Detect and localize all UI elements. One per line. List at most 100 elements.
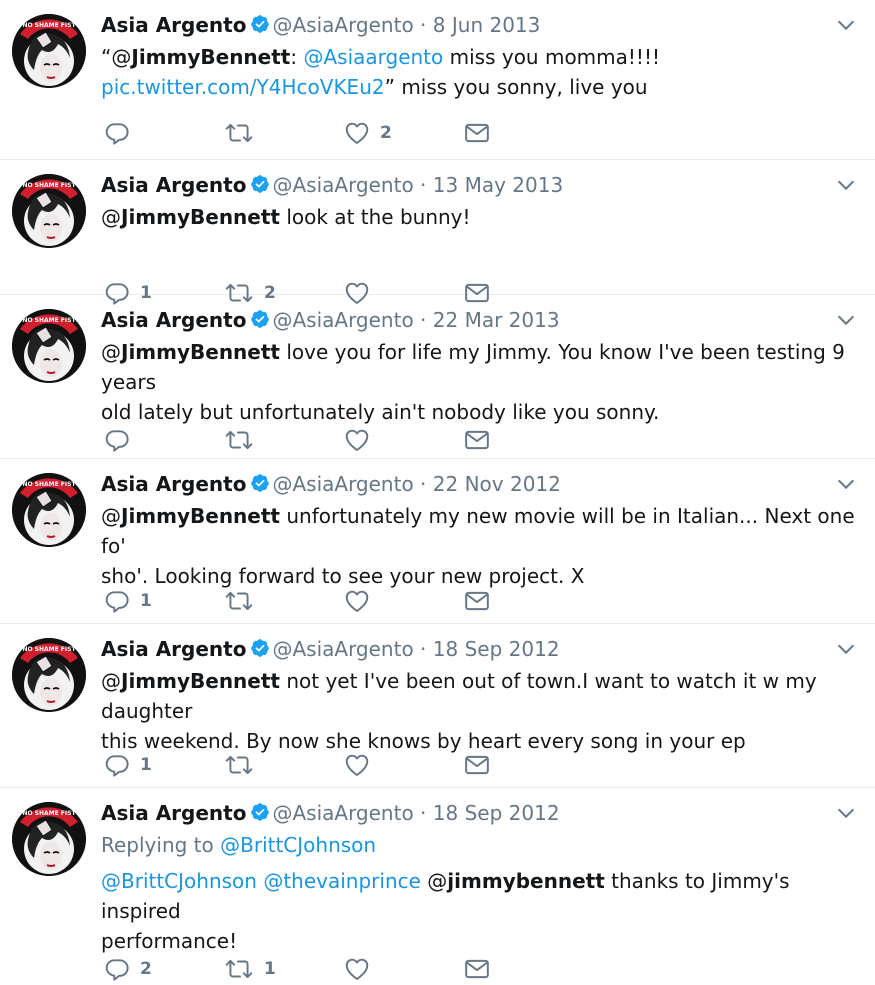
separator-dot: · — [413, 308, 433, 332]
retweet-button[interactable] — [224, 427, 344, 453]
author-handle[interactable]: @AsiaArgento — [272, 173, 413, 197]
author-handle[interactable]: @AsiaArgento — [272, 472, 413, 496]
verified-badge-icon — [250, 471, 270, 501]
tweet[interactable]: NO SHAME FIST Asia Argento @AsiaArgento · … — [0, 624, 875, 788]
tweet[interactable]: NO SHAME FIST Asia Argento @AsiaArgento · … — [0, 459, 875, 624]
tweet-date[interactable]: 8 Jun 2013 — [433, 13, 541, 37]
like-button[interactable] — [344, 427, 464, 453]
reply-icon — [104, 120, 130, 146]
text-segment: sho'. Looking forward to see your new pr… — [101, 564, 585, 588]
like-button[interactable] — [344, 956, 464, 982]
mention-link[interactable]: @BrittCJohnson — [101, 869, 257, 893]
tweet-date[interactable]: 18 Sep 2012 — [433, 637, 560, 661]
retweet-button[interactable] — [224, 588, 344, 614]
author-name[interactable]: Asia Argento — [101, 13, 246, 37]
tweet-content: Asia Argento @AsiaArgento · 22 Mar 2013 @J… — [101, 305, 855, 427]
tweet-header: Asia Argento @AsiaArgento · 18 Sep 2012 — [101, 634, 855, 666]
tweet[interactable]: NO SHAME FIST Asia Argento @AsiaArgento · … — [0, 0, 875, 160]
tweet-date[interactable]: 22 Nov 2012 — [433, 472, 561, 496]
mention-at: @ — [101, 340, 121, 364]
retweet-count: 1 — [264, 959, 276, 979]
reply-icon — [104, 752, 130, 778]
text-segment: performance! — [101, 929, 238, 953]
avatar[interactable]: NO SHAME FIST — [12, 473, 86, 547]
tweet-date[interactable]: 22 Mar 2013 — [433, 308, 560, 332]
tweet-actions: 1 — [104, 586, 490, 616]
avatar[interactable]: NO SHAME FIST — [12, 802, 86, 876]
like-button[interactable] — [344, 588, 464, 614]
mention-name[interactable]: JimmyBennett — [121, 504, 280, 528]
mention-at: @ — [111, 45, 132, 69]
tweet-date[interactable]: 18 Sep 2012 — [433, 801, 560, 825]
verified-badge-icon — [250, 800, 270, 830]
like-button[interactable]: 2 — [344, 120, 464, 146]
author-handle[interactable]: @AsiaArgento — [272, 637, 413, 661]
verified-badge-icon — [250, 307, 270, 337]
tweet-text-line: old lately but unfortunately ain't nobod… — [101, 397, 855, 427]
retweet-button[interactable]: 1 — [224, 956, 344, 982]
tweet-content: Asia Argento @AsiaArgento · 13 May 2013 @J… — [101, 170, 855, 232]
mention-link[interactable]: @thevainprince — [263, 869, 421, 893]
tweet[interactable]: NO SHAME FIST Asia Argento @AsiaArgento · … — [0, 295, 875, 459]
tweet[interactable]: NO SHAME FIST Asia Argento @AsiaArgento · … — [0, 160, 875, 305]
author-name[interactable]: Asia Argento — [101, 472, 246, 496]
author-handle[interactable]: @AsiaArgento — [272, 308, 413, 332]
svg-text:NO SHAME FIST: NO SHAME FIST — [22, 317, 76, 324]
reply-icon — [104, 956, 130, 982]
avatar[interactable]: NO SHAME FIST — [12, 14, 86, 88]
verified-badge-icon — [250, 172, 270, 202]
envelope-icon — [464, 588, 490, 614]
mention-at: @ — [101, 504, 121, 528]
svg-text:NO SHAME FIST: NO SHAME FIST — [22, 182, 76, 189]
reply-count: 2 — [140, 959, 152, 979]
avatar[interactable]: NO SHAME FIST — [12, 174, 86, 248]
mention-name[interactable]: JimmyBennett — [121, 669, 280, 693]
chevron-down-icon[interactable] — [835, 309, 857, 335]
reply-button[interactable]: 2 — [104, 956, 224, 982]
reply-button[interactable] — [104, 427, 224, 453]
reply-button[interactable] — [104, 120, 224, 146]
reply-icon — [104, 427, 130, 453]
author-handle[interactable]: @AsiaArgento — [272, 13, 413, 37]
avatar[interactable]: NO SHAME FIST — [12, 309, 86, 383]
reply-button[interactable]: 1 — [104, 588, 224, 614]
tweet[interactable]: NO SHAME FIST Asia Argento @AsiaArgento · … — [0, 788, 875, 985]
separator-dot: · — [413, 472, 433, 496]
author-name[interactable]: Asia Argento — [101, 637, 246, 661]
reply-button[interactable]: 1 — [104, 752, 224, 778]
chevron-down-icon[interactable] — [835, 14, 857, 40]
chevron-down-icon[interactable] — [835, 802, 857, 828]
mention-at: @ — [101, 669, 121, 693]
tweet-text: @JimmyBennett love you for life my Jimmy… — [101, 337, 855, 427]
tweet-text-line: @JimmyBennett love you for life my Jimmy… — [101, 337, 855, 397]
retweet-button[interactable] — [224, 752, 344, 778]
author-name[interactable]: Asia Argento — [101, 308, 246, 332]
chevron-down-icon[interactable] — [835, 638, 857, 664]
author-handle[interactable]: @AsiaArgento — [272, 801, 413, 825]
direct-message-button[interactable] — [464, 427, 490, 453]
direct-message-button[interactable] — [464, 752, 490, 778]
avatar[interactable]: NO SHAME FIST — [12, 638, 86, 712]
direct-message-button[interactable] — [464, 120, 490, 146]
mention-name[interactable]: jimmybennett — [447, 869, 604, 893]
mention-name[interactable]: JimmyBennett — [121, 205, 280, 229]
chevron-down-icon[interactable] — [835, 174, 857, 200]
like-count: 2 — [380, 123, 392, 143]
text-segment: “ — [101, 45, 112, 69]
mention-link[interactable]: @Asiaargento — [303, 45, 443, 69]
mention-name[interactable]: JimmyBennett — [131, 45, 290, 69]
media-link[interactable]: pic.twitter.com/Y4HcoVKEu2 — [101, 75, 385, 99]
author-name[interactable]: Asia Argento — [101, 801, 246, 825]
like-button[interactable] — [344, 752, 464, 778]
tweet-header: Asia Argento @AsiaArgento · 18 Sep 2012 — [101, 798, 855, 830]
tweet-actions — [104, 425, 490, 455]
retweet-button[interactable] — [224, 120, 344, 146]
chevron-down-icon[interactable] — [835, 473, 857, 499]
direct-message-button[interactable] — [464, 588, 490, 614]
tweet-date[interactable]: 13 May 2013 — [433, 173, 563, 197]
replying-to-mention[interactable]: @BrittCJohnson — [220, 833, 376, 857]
mention-name[interactable]: JimmyBennett — [121, 340, 280, 364]
author-name[interactable]: Asia Argento — [101, 173, 246, 197]
tweet-content: Asia Argento @AsiaArgento · 18 Sep 2012 Re… — [101, 798, 855, 956]
direct-message-button[interactable] — [464, 956, 490, 982]
